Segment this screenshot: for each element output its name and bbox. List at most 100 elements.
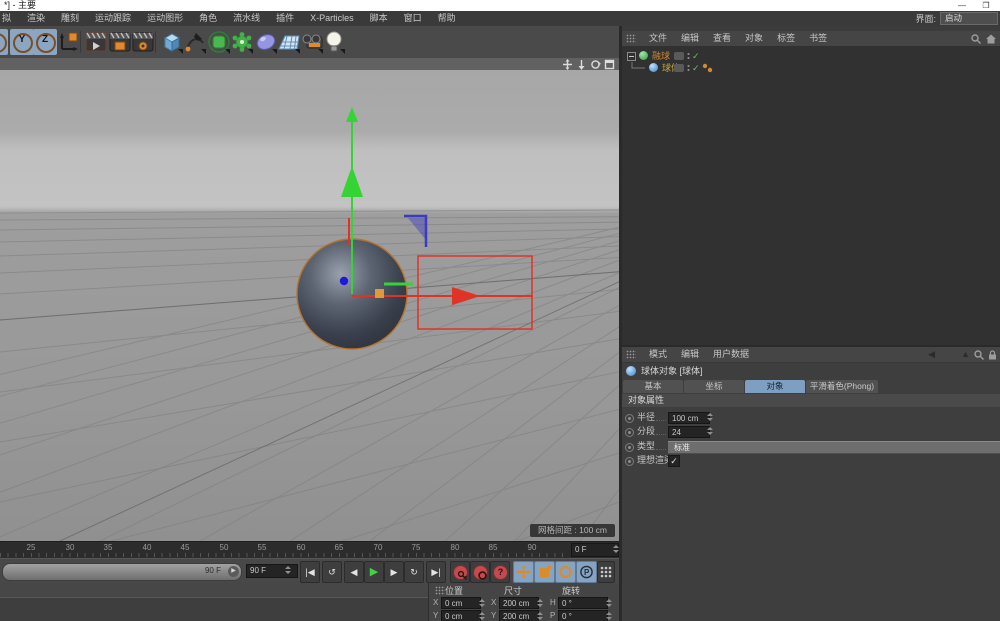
keyframe-dot-icon[interactable] bbox=[625, 414, 634, 423]
render-settings-button[interactable] bbox=[131, 29, 155, 55]
expand-icon[interactable] bbox=[627, 52, 636, 61]
tab-basic[interactable]: 基本 bbox=[623, 380, 683, 393]
previous-frame-button[interactable]: ◀ bbox=[344, 561, 364, 583]
next-key-button[interactable]: ↻ bbox=[404, 561, 424, 583]
segments-field[interactable]: 24 bbox=[668, 426, 710, 438]
radius-field[interactable]: 100 cm bbox=[668, 412, 710, 424]
minimize-button[interactable]: — bbox=[956, 1, 968, 10]
om-menu-tags[interactable]: 标签 bbox=[770, 31, 802, 46]
spline-pen-button[interactable] bbox=[183, 29, 207, 55]
object-row-sphere[interactable]: 球体 ✓ bbox=[622, 62, 1000, 74]
menu-item-pipeline[interactable]: 流水线 bbox=[225, 11, 268, 26]
record-scale-toggle[interactable] bbox=[534, 561, 555, 583]
axis-z-lock-button[interactable]: Z bbox=[33, 29, 57, 55]
goto-start-button[interactable]: |◀ bbox=[300, 561, 320, 583]
visibility-dots-icon[interactable] bbox=[687, 64, 690, 72]
deformer-button[interactable] bbox=[230, 29, 254, 55]
menu-item-mograph[interactable]: 运动图形 bbox=[139, 11, 191, 26]
type-dropdown[interactable]: 标准 bbox=[668, 441, 1000, 454]
keyframe-selection-button[interactable]: ? bbox=[490, 561, 510, 583]
menu-item-render[interactable]: 渲染 bbox=[19, 11, 53, 26]
axis-x-lock-button[interactable] bbox=[0, 29, 8, 55]
history-back-icon[interactable]: ◀ bbox=[928, 349, 935, 360]
position-x-field[interactable]: 0 cm bbox=[441, 597, 481, 609]
menu-item-plugins[interactable]: 插件 bbox=[268, 11, 302, 26]
current-frame-field[interactable]: 0 F bbox=[571, 543, 619, 557]
object-properties-section[interactable]: 对象属性 bbox=[622, 394, 1000, 407]
coordinate-system-button[interactable] bbox=[57, 29, 81, 55]
am-menu-edit[interactable]: 编辑 bbox=[674, 347, 706, 362]
menu-item-window[interactable]: 窗口 bbox=[396, 11, 430, 26]
render-view-button[interactable] bbox=[84, 29, 108, 55]
pointer-icon[interactable]: ▲ bbox=[961, 349, 970, 360]
panel-grip-icon[interactable] bbox=[435, 586, 445, 595]
menu-item-sculpt[interactable]: 雕刻 bbox=[53, 11, 87, 26]
keyframe-dot-icon[interactable] bbox=[625, 457, 634, 466]
rotation-h-field[interactable]: 0 ° bbox=[558, 597, 608, 609]
enabled-check-icon[interactable]: ✓ bbox=[692, 50, 700, 62]
object-manager-tree[interactable]: 融球 ✓ 球体 ✓ bbox=[622, 46, 1000, 345]
object-name[interactable]: 融球 bbox=[652, 50, 670, 62]
viewport-zoom-icon[interactable] bbox=[576, 59, 587, 70]
next-frame-button[interactable]: ▶ bbox=[384, 561, 404, 583]
timeline-ruler[interactable]: 25 30 35 40 45 50 55 60 65 70 75 80 85 9… bbox=[0, 541, 619, 559]
tab-phong[interactable]: 平滑着色(Phong) bbox=[806, 380, 878, 393]
layer-swatch-icon[interactable] bbox=[674, 64, 684, 72]
menu-item-help[interactable]: 帮助 bbox=[430, 11, 464, 26]
record-position-toggle[interactable] bbox=[513, 561, 534, 583]
search-icon[interactable] bbox=[971, 34, 981, 44]
menu-item-xparticles[interactable]: X-Particles bbox=[302, 11, 362, 26]
camera-button[interactable] bbox=[300, 29, 324, 55]
om-menu-edit[interactable]: 编辑 bbox=[674, 31, 706, 46]
record-keyframe-button[interactable] bbox=[450, 561, 470, 583]
keyframe-dot-icon[interactable] bbox=[625, 428, 634, 437]
light-button[interactable] bbox=[322, 29, 346, 55]
keyframe-dot-icon[interactable] bbox=[625, 443, 634, 452]
enabled-check-icon[interactable]: ✓ bbox=[692, 62, 700, 74]
render-perfect-checkbox[interactable]: ✓ bbox=[668, 455, 680, 467]
am-menu-userdata[interactable]: 用户数据 bbox=[706, 347, 756, 362]
size-y-field[interactable]: 200 cm bbox=[499, 610, 539, 621]
environment-button[interactable] bbox=[254, 29, 278, 55]
home-icon[interactable] bbox=[986, 34, 996, 44]
viewport-pan-icon[interactable] bbox=[562, 59, 573, 70]
layer-swatch-icon[interactable] bbox=[674, 52, 684, 60]
phong-tag-icon[interactable] bbox=[702, 63, 713, 73]
tab-object[interactable]: 对象 bbox=[745, 380, 805, 393]
object-row-metaball[interactable]: 融球 ✓ bbox=[622, 50, 1000, 62]
search-icon[interactable] bbox=[974, 350, 984, 360]
menu-item-partial[interactable]: 拟 bbox=[0, 11, 19, 26]
axis-y-lock-button[interactable]: Y bbox=[10, 29, 34, 55]
panel-grip-icon[interactable] bbox=[626, 34, 636, 43]
cube-primitive-button[interactable] bbox=[160, 29, 184, 55]
range-popup-button[interactable]: ▶ bbox=[228, 566, 239, 577]
om-menu-bookmarks[interactable]: 书签 bbox=[802, 31, 834, 46]
layout-dropdown[interactable]: 启动 bbox=[940, 12, 998, 25]
panel-grip-icon[interactable] bbox=[626, 350, 636, 359]
previous-key-button[interactable]: ↺ bbox=[322, 561, 342, 583]
viewport-rotate-icon[interactable] bbox=[590, 59, 601, 70]
tab-coordinates[interactable]: 坐标 bbox=[684, 380, 744, 393]
viewport-maximize-icon[interactable] bbox=[604, 59, 615, 70]
viewport[interactable]: 网格间距 : 100 cm bbox=[0, 70, 619, 541]
goto-end-button[interactable]: ▶| bbox=[426, 561, 446, 583]
size-x-field[interactable]: 200 cm bbox=[499, 597, 539, 609]
record-rotation-toggle[interactable] bbox=[555, 561, 576, 583]
subdivision-surface-button[interactable] bbox=[207, 29, 231, 55]
material-manager-panel[interactable] bbox=[0, 583, 428, 621]
position-y-field[interactable]: 0 cm bbox=[441, 610, 481, 621]
visibility-dots-icon[interactable] bbox=[687, 52, 690, 60]
menu-item-script[interactable]: 脚本 bbox=[362, 11, 396, 26]
menu-item-motion-tracker[interactable]: 运动跟踪 bbox=[87, 11, 139, 26]
autokey-button[interactable] bbox=[470, 561, 490, 583]
om-menu-objects[interactable]: 对象 bbox=[738, 31, 770, 46]
om-menu-view[interactable]: 查看 bbox=[706, 31, 738, 46]
play-button[interactable]: ▶ bbox=[364, 561, 384, 583]
maximize-button[interactable]: ❐ bbox=[980, 1, 992, 10]
rotation-p-field[interactable]: 0 ° bbox=[558, 610, 608, 621]
record-pla-toggle[interactable] bbox=[597, 561, 615, 583]
lock-icon[interactable] bbox=[988, 350, 997, 360]
am-menu-mode[interactable]: 模式 bbox=[642, 347, 674, 362]
om-menu-file[interactable]: 文件 bbox=[642, 31, 674, 46]
menu-item-character[interactable]: 角色 bbox=[191, 11, 225, 26]
